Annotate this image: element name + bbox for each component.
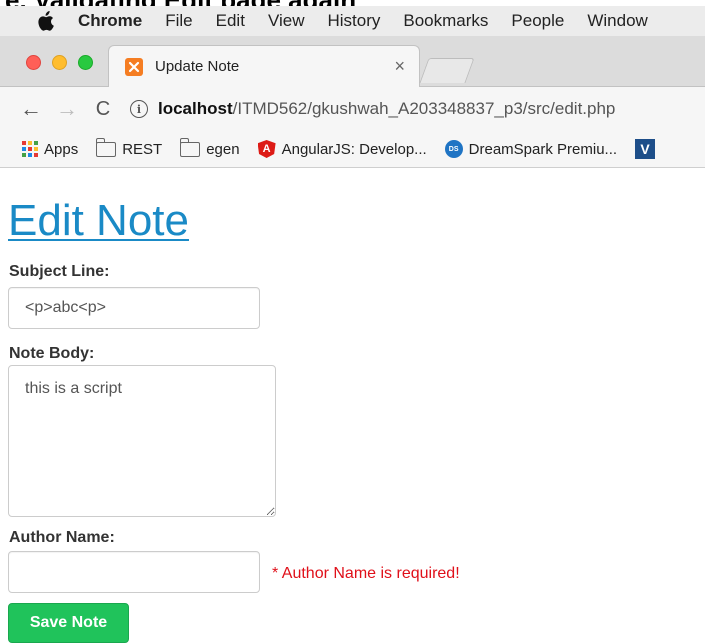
browser-toolbar: ← → C i localhost/ITMD562/gkushwah_A2033… [0, 87, 705, 131]
menu-people[interactable]: People [511, 11, 564, 31]
tab-update-note[interactable]: Update Note × [108, 45, 420, 87]
menu-bookmarks[interactable]: Bookmarks [403, 11, 488, 31]
menu-chrome[interactable]: Chrome [78, 11, 142, 31]
folder-icon [95, 137, 117, 157]
tab-strip: Update Note × [0, 36, 705, 87]
bookmark-label: Apps [44, 140, 79, 158]
menu-edit[interactable]: Edit [216, 11, 245, 31]
bookmark-label: DreamSpark Premiu... [468, 140, 618, 158]
subject-input[interactable] [8, 287, 260, 329]
bookmark-label: REST [122, 140, 163, 158]
subject-label: Subject Line: [9, 263, 110, 280]
author-input[interactable] [8, 551, 260, 593]
folder-icon [179, 137, 201, 157]
v-logo-icon: V [635, 139, 656, 159]
angular-icon: A [257, 140, 276, 158]
page-title[interactable]: Edit Note [8, 196, 189, 246]
bookmark-egen[interactable]: egen [179, 137, 240, 158]
menu-history[interactable]: History [327, 11, 380, 31]
reload-button[interactable]: C [92, 98, 114, 121]
forward-button[interactable]: → [56, 96, 78, 122]
dreamspark-icon: DS [444, 140, 463, 158]
tab-close-icon[interactable]: × [394, 56, 405, 77]
apple-icon[interactable] [36, 11, 58, 31]
close-window-button[interactable] [26, 55, 41, 70]
apps-grid-icon [22, 141, 38, 157]
new-tab-button[interactable] [419, 58, 475, 83]
tab-title: Update Note [155, 58, 240, 75]
address-bar[interactable]: i localhost/ITMD562/gkushwah_A203348837_… [130, 99, 705, 119]
bookmark-angularjs[interactable]: A AngularJS: Develop... [257, 140, 427, 158]
site-info-icon[interactable]: i [130, 100, 148, 118]
menu-bar: Chrome File Edit View History Bookmarks … [0, 6, 705, 36]
url-path: /ITMD562/gkushwah_A203348837_p3/src/edit… [232, 99, 616, 118]
menu-file[interactable]: File [165, 11, 192, 31]
note-body-textarea[interactable]: this is a script [8, 365, 276, 517]
bookmark-rest[interactable]: REST [95, 137, 163, 158]
save-note-button[interactable]: Save Note [8, 603, 129, 643]
note-body-label: Note Body: [9, 345, 95, 362]
bookmark-label: egen [206, 140, 240, 158]
xampp-favicon-icon [125, 57, 143, 76]
bookmark-apps[interactable]: Apps [22, 141, 78, 158]
bookmark-overflow[interactable]: V [635, 139, 661, 159]
minimize-window-button[interactable] [52, 55, 67, 70]
menu-window[interactable]: Window [587, 11, 647, 31]
menu-view[interactable]: View [268, 11, 305, 31]
bookmark-dreamspark[interactable]: DS DreamSpark Premiu... [444, 140, 618, 158]
zoom-window-button[interactable] [78, 55, 93, 70]
url-host: localhost [158, 99, 233, 118]
back-button[interactable]: ← [20, 96, 42, 122]
author-label: Author Name: [9, 529, 115, 546]
bookmark-label: AngularJS: Develop... [281, 140, 427, 158]
bookmarks-bar: Apps REST egen A AngularJS: Develop... D… [0, 131, 705, 168]
author-error-message: * Author Name is required! [272, 565, 460, 582]
